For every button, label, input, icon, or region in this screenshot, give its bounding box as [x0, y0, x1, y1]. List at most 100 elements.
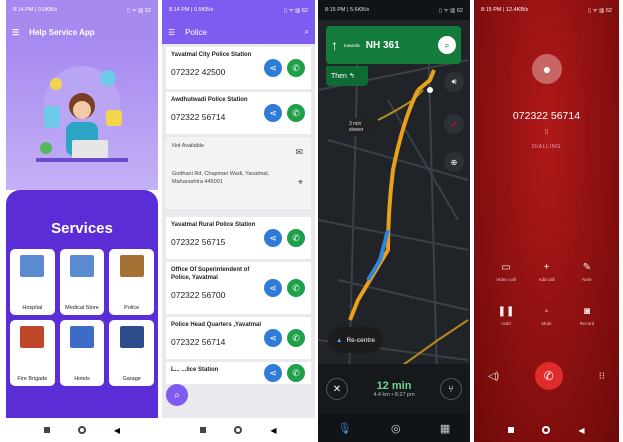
call-icon[interactable]: ✆ [287, 59, 305, 77]
app-bar: ☰ Police ⌕ [162, 20, 315, 44]
note-option[interactable]: ✎ Note [567, 262, 607, 282]
turn-left-icon: ↰ [348, 73, 355, 80]
report-icon[interactable]: ⊕ [444, 152, 464, 172]
status-time: 8:14 PM | 0.5KB/s [169, 7, 214, 13]
trip-info: 12 min 4.4 km • 8:27 pm [373, 380, 414, 398]
call-icon[interactable]: ✆ [287, 364, 305, 382]
search-icon[interactable]: ⌕ [305, 27, 309, 37]
hold-option[interactable]: ❚❚ Hold [486, 306, 526, 326]
mute-option[interactable]: ◦ Mute [527, 306, 567, 326]
recents-button[interactable] [508, 427, 515, 433]
microphone-icon[interactable]: 🎙︎ [338, 422, 352, 435]
alternate-routes-icon[interactable]: ⑂ [440, 378, 462, 400]
contact-avatar: ● [532, 54, 562, 84]
back-button[interactable]: ◀ [114, 426, 120, 435]
add-call-option[interactable]: + Add call [527, 262, 567, 282]
assistant-icon[interactable]: ◎ [391, 422, 401, 435]
option-label: Note [582, 277, 592, 282]
call-icon[interactable]: ✆ [287, 329, 305, 347]
turn-instruction-banner[interactable]: ↑ towards NH 361 ⌕ [326, 26, 461, 64]
recentre-label: Re-centre [346, 336, 375, 344]
call-icon[interactable]: ✆ [287, 229, 305, 247]
end-call-button[interactable]: ✆ [534, 362, 563, 390]
nav-bar: ◀ [6, 418, 158, 442]
service-building-icon [119, 255, 144, 277]
share-icon[interactable]: ⋖ [264, 279, 282, 297]
status-bar: 8:15 PM | 12.4KB/s ▯ ᯤ ▥ 62 [474, 0, 619, 20]
location-pin-icon[interactable]: ⌖ [298, 177, 303, 188]
service-tile[interactable]: Hospital [10, 249, 55, 315]
list-item[interactable]: Police Head Quarters ,Yavatmal 072322 56… [166, 317, 311, 359]
person-icon: ● [542, 61, 552, 77]
service-label: Hotels [74, 376, 90, 382]
police-list-screen: 8:14 PM | 0.5KB/s ▯ ᯤ ▥ 62 ☰ Police ⌕ Ya… [162, 0, 315, 442]
record-option[interactable]: ◙ Record [567, 306, 607, 326]
home-button[interactable] [542, 426, 551, 434]
nav-bar: ◀ [474, 418, 619, 442]
compass-icon[interactable]: ➶ [444, 114, 464, 134]
recents-button[interactable] [43, 427, 50, 433]
status-time: 8:14 PM | 0.0KB/s [13, 7, 58, 13]
plus-icon: + [543, 262, 550, 273]
edit-icon: ✎ [582, 262, 592, 273]
screen-title: Police [185, 27, 207, 37]
help-service-home-screen: 8:14 PM | 0.0KB/s ▯ ᯤ ▥ 62 ☰ Help Servic… [6, 0, 158, 442]
service-tile[interactable]: Fire Brigade [10, 320, 55, 386]
call-icon[interactable]: ✆ [287, 104, 305, 122]
search-icon: ⌕ [174, 389, 180, 401]
service-building-icon [20, 326, 45, 348]
then-label: Then [331, 72, 347, 80]
share-icon[interactable]: ⋖ [264, 329, 282, 347]
station-details-panel: Not Available ✉ Godhani Rd, Chapman Wadi… [166, 137, 311, 209]
keypad-icon[interactable]: ⁝⁝ [599, 371, 605, 382]
share-icon[interactable]: ⋖ [264, 59, 282, 77]
list-item[interactable]: Yavatmal City Police Station 072322 4250… [166, 47, 311, 89]
call-options-row-2: ❚❚ Hold ◦ Mute ◙ Record [486, 306, 607, 326]
home-button[interactable] [77, 426, 86, 434]
share-icon[interactable]: ⋖ [264, 364, 282, 382]
service-tile[interactable]: Hotels [59, 320, 105, 386]
option-label: Record [579, 321, 595, 326]
call-icon[interactable]: ✆ [287, 279, 305, 297]
service-label: Hospital [22, 305, 43, 311]
support-agent-illustration [36, 66, 128, 162]
back-button[interactable]: ◀ [578, 426, 584, 435]
search-fab[interactable]: ⌕ [166, 384, 188, 406]
email-icon[interactable]: ✉ [295, 147, 303, 158]
share-icon[interactable]: ⋖ [264, 104, 282, 122]
service-tile[interactable]: Garage [109, 320, 154, 386]
sound-icon[interactable]: 🔊︎ [444, 72, 464, 92]
dialling-screen: 8:15 PM | 12.4KB/s ▯ ᯤ ▥ 62 ● 072322 567… [474, 0, 619, 442]
menu-icon[interactable]: ☰ [168, 28, 175, 37]
recents-button[interactable] [200, 427, 207, 433]
service-building-icon [119, 326, 144, 348]
nav-bar: ◀ [162, 418, 315, 442]
service-label: Medical Store [65, 305, 99, 311]
service-tile[interactable]: Medical Store [59, 249, 105, 315]
speaker-icon[interactable]: ◁) [488, 371, 499, 382]
menu-icon[interactable]: ☰ [12, 28, 19, 37]
station-name: Yavatmal Rural Police Station [171, 222, 256, 228]
close-icon[interactable]: ✕ [326, 378, 348, 400]
share-icon[interactable]: ⋖ [264, 229, 282, 247]
search-icon[interactable]: ⌕ [438, 36, 456, 54]
recentre-button[interactable]: ▲ Re-centre [328, 327, 383, 353]
call-options-row-1: ▭ Video call + Add call ✎ Note [486, 262, 607, 282]
list-item[interactable]: Office Of Superintendent of Police, Yava… [166, 262, 311, 314]
status-bar: 8:14 PM | 0.5KB/s ▯ ᯤ ▥ 62 [162, 0, 315, 20]
service-building-icon [20, 255, 45, 277]
home-button[interactable] [234, 426, 243, 434]
back-button[interactable]: ◀ [270, 426, 276, 435]
station-name: Police Head Quarters ,Yavatmal [171, 322, 262, 328]
apps-grid-icon[interactable]: ▦ [440, 422, 450, 435]
list-item[interactable]: L... ...lice Station ⋖ ✆ [166, 362, 311, 384]
traffic-delay-label: 3 min slower [346, 118, 374, 136]
list-item[interactable]: Awdhutwadi Police Station 072322 56714 ⋖… [166, 92, 311, 134]
video-call-option[interactable]: ▭ Video call [486, 262, 526, 282]
service-label: Garage [122, 376, 141, 382]
service-tile[interactable]: Police [109, 249, 154, 315]
status-bar: 8:14 PM | 0.0KB/s ▯ ᯤ ▥ 62 [6, 0, 158, 20]
call-state: DIALLING [531, 144, 562, 150]
list-item[interactable]: Yavatmal Rural Police Station 072322 567… [166, 217, 311, 259]
pause-icon: ❚❚ [497, 306, 515, 317]
